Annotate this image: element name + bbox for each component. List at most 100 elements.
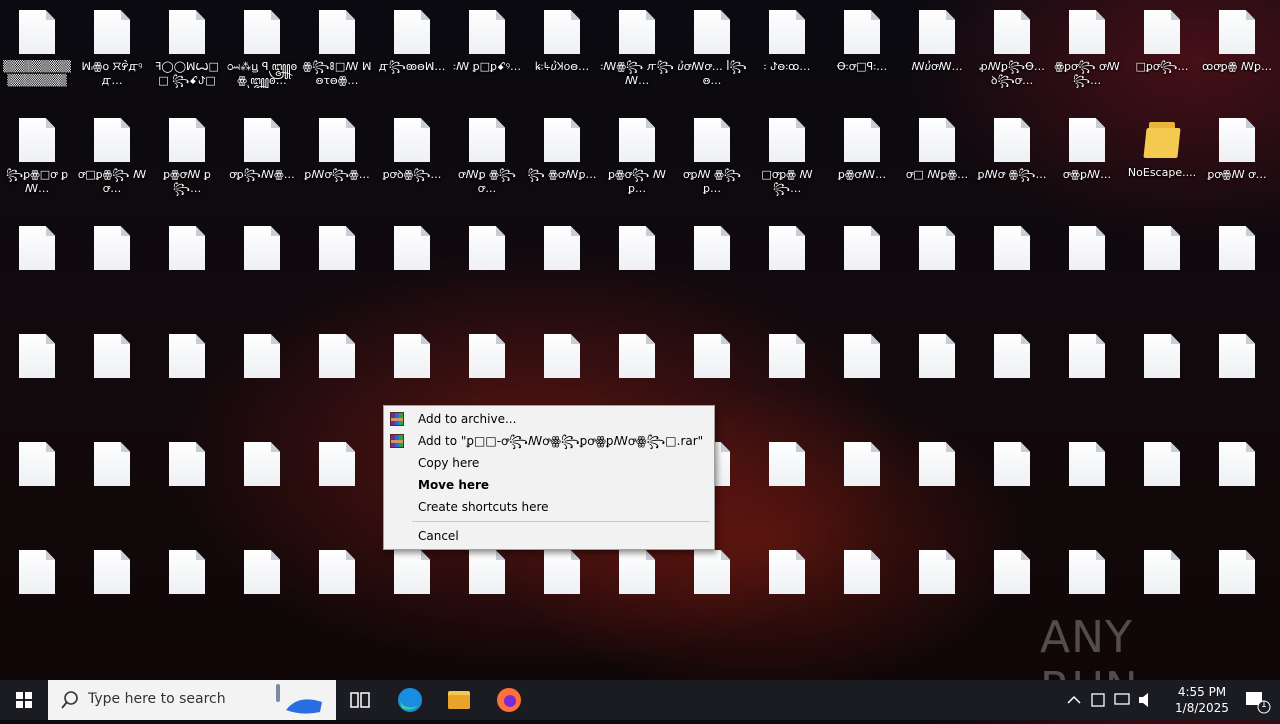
menu-item-cancel[interactable]: Cancel — [384, 525, 714, 547]
desktop-file[interactable] — [375, 540, 449, 640]
desktop-file[interactable] — [0, 216, 74, 316]
desktop[interactable]: ▒▒▒▒▒▒▒▒ ▒▒▒▒▒▒▒ ꟽ៲ꙮ꧐ ꯆ꯸ꯥꙣꝰꙣ… ꟻ◯◯ꟽꙌ□□ ꧂ꗃꚠ□… — [0, 0, 1280, 680]
menu-item-copy-here[interactable]: Copy here — [384, 452, 714, 474]
desktop-file[interactable]: ꙮꝑꝍ꧂ ꝍꟿ꧂… — [1050, 0, 1124, 100]
desktop-file[interactable] — [150, 216, 224, 316]
desktop-file[interactable] — [750, 432, 824, 532]
desktop-file[interactable] — [300, 432, 374, 532]
desktop-file[interactable] — [750, 324, 824, 424]
desktop-file[interactable]: ꝑꟿꝍ꧂ꙮ… — [300, 108, 374, 208]
desktop-file[interactable] — [450, 540, 524, 640]
desktop-file[interactable] — [75, 540, 149, 640]
desktop-file[interactable]: ꝑꝍꝺꙮ꧂… — [375, 108, 449, 208]
desktop-file[interactable]: ꟿꞿꝍꟿ… — [900, 0, 974, 100]
desktop-file[interactable]: ꟽ៲ꙮ꧐ ꯆ꯸ꯥꙣꝰꙣ… — [75, 0, 149, 100]
desktop-file[interactable]: ꝑꟿꝍ ꙮ꧂… — [975, 108, 1049, 208]
desktop-file[interactable] — [1200, 432, 1274, 532]
desktop-file[interactable] — [1050, 432, 1124, 532]
desktop-file[interactable] — [75, 432, 149, 532]
network-icon[interactable] — [1112, 680, 1132, 720]
desktop-file[interactable]: □ꝑꝍ꧂… — [1125, 0, 1199, 100]
desktop-file[interactable] — [900, 540, 974, 640]
menu-item-create-shortcuts[interactable]: Create shortcuts here — [384, 496, 714, 518]
menu-item-add-to-archive[interactable]: Add to archive... — [384, 408, 714, 430]
desktop-file[interactable] — [975, 540, 1049, 640]
desktop-file[interactable]: ꝍ□ꝑꙮ꧂ ꟿꝍ… — [75, 108, 149, 208]
desktop-file[interactable] — [750, 540, 824, 640]
desktop-file[interactable]: ꝍꙮꝑꟿ… — [1050, 108, 1124, 208]
menu-item-move-here[interactable]: Move here — [384, 474, 714, 496]
search-box[interactable]: Type here to search — [48, 680, 336, 720]
task-view-button[interactable] — [336, 680, 384, 720]
desktop-file[interactable]: ꟻ◯◯ꟽꙌ□□ ꧂ꗃꚠ□ꛯ… — [150, 0, 224, 100]
desktop-file[interactable] — [825, 216, 899, 316]
desktop-file[interactable]: ꝑꙮꝍ꧂ ꟿꝑ… — [600, 108, 674, 208]
firefox-button[interactable] — [485, 680, 533, 720]
desktop-file[interactable] — [1125, 324, 1199, 424]
desktop-file[interactable]: ꝍꝑꟿ ꙮ꧂ꝑ… — [675, 108, 749, 208]
desktop-file[interactable]: ꧇ ꚠꙫ꧇ꚙ… — [750, 0, 824, 100]
desktop-file[interactable]: ꧂ ꙮꝍꟿꝑ… — [525, 108, 599, 208]
desktop-file[interactable] — [225, 324, 299, 424]
desktop-file[interactable] — [525, 540, 599, 640]
desktop-file[interactable] — [300, 540, 374, 640]
desktop-file[interactable] — [900, 432, 974, 532]
desktop-file[interactable] — [825, 540, 899, 640]
desktop-file[interactable] — [300, 324, 374, 424]
desktop-file[interactable] — [225, 540, 299, 640]
desktop-file[interactable]: ꧇ꟿꙮ꧂ ꙥ꧂ꟿ… — [600, 0, 674, 100]
desktop-file[interactable]: ▒▒▒▒▒▒▒▒ ▒▒▒▒▒▒▒ — [0, 0, 74, 100]
desktop-file[interactable]: ꝑꝍꙮꟿ ꝍ… — [1200, 108, 1274, 208]
desktop-file[interactable]: ꝍꟿꝑ ꙮ꧂ꝍ… — [450, 108, 524, 208]
desktop-file[interactable] — [300, 216, 374, 316]
edge-button[interactable] — [386, 680, 434, 720]
desktop-file[interactable]: ꝍ□ ꟿꝑꙮ… — [900, 108, 974, 208]
desktop-file[interactable]: ꙣ꧂ꙭꙫꟽ… — [375, 0, 449, 100]
desktop-file[interactable] — [1125, 432, 1199, 532]
desktop-file[interactable] — [900, 216, 974, 316]
desktop-file[interactable] — [0, 432, 74, 532]
desktop-file[interactable] — [600, 216, 674, 316]
desktop-file[interactable]: ꝓꟿꝑ꧂Ꝋ… ꝺ꧂ꝍ… — [975, 0, 1049, 100]
volume-icon[interactable] — [1136, 680, 1156, 720]
desktop-file[interactable]: ꝃ꧇ꚥꞿꞰ꧐ꙫ… — [525, 0, 599, 100]
desktop-file[interactable] — [675, 216, 749, 316]
desktop-file[interactable] — [525, 216, 599, 316]
desktop-file[interactable] — [975, 324, 1049, 424]
desktop-file[interactable]: ꝑꙮꝍꟿ… — [825, 108, 899, 208]
menu-item-add-to-rar[interactable]: Add to "ꝑ□□-ꝍ꧂ꟿꝍꙮ꧂ꝑꝍꙮꝑꟿꝍꙮ꧂□.rar" — [384, 430, 714, 452]
desktop-file[interactable] — [600, 540, 674, 640]
desktop-file[interactable] — [1200, 216, 1274, 316]
desktop-file[interactable]: ꧂ꝑꙮ□ꝍ ꝑꟿ… — [0, 108, 74, 208]
desktop-file[interactable] — [825, 432, 899, 532]
desktop-file[interactable] — [150, 432, 224, 532]
desktop-file[interactable]: ꞿꝍꟿꝍ… ꟾ꧂ꙫ… — [675, 0, 749, 100]
desktop-file[interactable] — [225, 216, 299, 316]
desktop-file[interactable]: ꝏꝍꝑꙮ ꟿꝑ… — [1200, 0, 1274, 100]
desktop-file[interactable] — [1200, 324, 1274, 424]
chevron-up-icon[interactable] — [1064, 680, 1084, 720]
desktop-file[interactable]: ꗢ⁂ꚏ ꟼ꧃ꙩꙮ꧃ꙩ… — [225, 0, 299, 100]
device-icon[interactable] — [1088, 680, 1108, 720]
desktop-file[interactable] — [375, 216, 449, 316]
desktop-file[interactable] — [0, 540, 74, 640]
desktop-file[interactable] — [825, 324, 899, 424]
desktop-file[interactable] — [75, 216, 149, 316]
desktop-file[interactable]: □ꝍꝑꙮ ꟿ꧂… — [750, 108, 824, 208]
desktop-file[interactable] — [150, 324, 224, 424]
desktop-file[interactable] — [1050, 324, 1124, 424]
desktop-file[interactable]: ꝍꝑ꧂ꟿꙮ… — [225, 108, 299, 208]
file-explorer-button[interactable] — [435, 680, 483, 720]
desktop-file[interactable]: ꧇ꟿ ꝑ□ꝑꗃꝰ… — [450, 0, 524, 100]
start-button[interactable] — [0, 680, 48, 720]
desktop-file[interactable] — [975, 216, 1049, 316]
desktop-file[interactable]: ꝑꙮꝍꟿ ꝑ꧂… — [150, 108, 224, 208]
desktop-file[interactable] — [1050, 216, 1124, 316]
desktop-file[interactable] — [0, 324, 74, 424]
notification-center-button[interactable]: 1 — [1236, 680, 1276, 720]
desktop-file[interactable] — [225, 432, 299, 532]
desktop-file[interactable] — [900, 324, 974, 424]
desktop-file[interactable] — [75, 324, 149, 424]
desktop-file[interactable] — [675, 540, 749, 640]
desktop-folder[interactable]: NoEscape.... — [1125, 108, 1199, 208]
